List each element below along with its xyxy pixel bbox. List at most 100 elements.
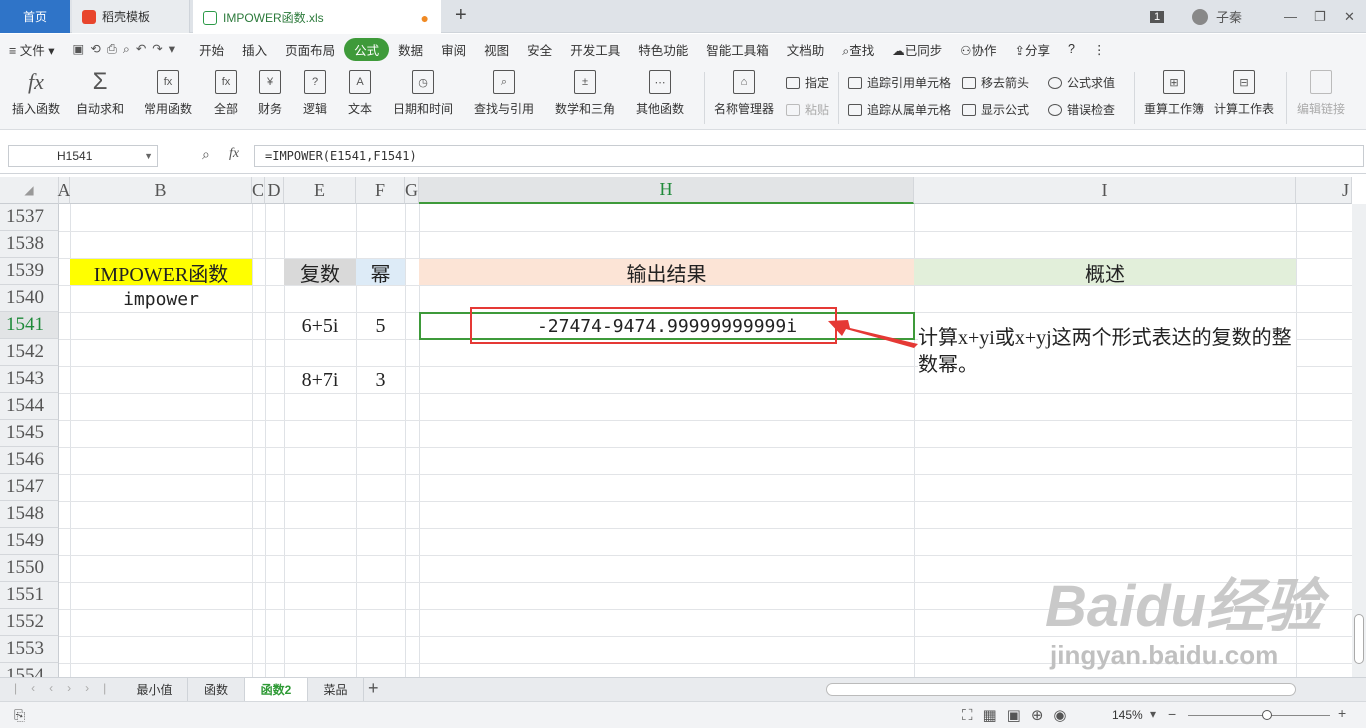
name-manager-button[interactable]: ⌂ 名称管理器 (714, 70, 774, 117)
row-header-1542[interactable]: 1542 (0, 339, 59, 366)
show-formulas-button[interactable]: 显示公式 (962, 101, 1029, 118)
share-button[interactable]: ⇪分享 (1006, 40, 1060, 59)
trace-dependents-button[interactable]: 追踪从属单元格 (848, 101, 951, 118)
zoom-slider-knob[interactable] (1262, 710, 1272, 720)
row-header-1554[interactable]: 1554 (0, 663, 59, 677)
row-header-1550[interactable]: 1550 (0, 555, 59, 582)
zoom-level[interactable]: 145% (1112, 708, 1143, 722)
cell-e1543[interactable]: 8+7i (284, 367, 356, 393)
new-tab-button[interactable]: + (455, 4, 467, 27)
row-header-1544[interactable]: 1544 (0, 393, 59, 420)
col-header-d[interactable]: D (265, 177, 284, 204)
cell-b1540[interactable]: impower (70, 286, 252, 312)
menu-start[interactable]: 开始 (190, 40, 233, 59)
col-header-c[interactable]: C (252, 177, 265, 204)
remove-arrows-button[interactable]: 移去箭头 (962, 74, 1029, 91)
lookup-button[interactable]: ⌕ 查找与引用 (474, 70, 534, 117)
search-button[interactable]: ⌕查找 (833, 40, 883, 59)
cell-e1541[interactable]: 6+5i (284, 313, 356, 339)
cell-i1541-description[interactable]: 计算x+yi或x+yj这两个形式表达的复数的整数幂。 (918, 325, 1296, 385)
add-sheet-button[interactable]: + (368, 678, 379, 699)
row-header-1539[interactable]: 1539 (0, 258, 59, 285)
col-header-a[interactable]: A (58, 177, 71, 204)
tab-file[interactable]: IMPOWER函数.xls ● (193, 0, 441, 33)
cell-f1543[interactable]: 3 (356, 367, 405, 393)
menu-insert[interactable]: 插入 (233, 40, 276, 59)
view-mode-icons[interactable]: ⛶▦▣⊕◉ (962, 706, 1077, 724)
row-header-1543[interactable]: 1543 (0, 366, 59, 393)
window-count-badge[interactable]: 1 (1150, 0, 1165, 33)
finance-button[interactable]: ¥ 财务 (258, 70, 282, 117)
tab-home[interactable]: 首页 (0, 0, 70, 33)
other-functions-button[interactable]: ⋯ 其他函数 (636, 70, 684, 117)
tab-template[interactable]: 稻壳模板 (72, 0, 190, 33)
menu-special[interactable]: 特色功能 (629, 40, 697, 59)
help-icon[interactable]: ? (1059, 42, 1084, 56)
sheet-nav-arrows-icon[interactable]: |‹‹››| (14, 681, 120, 695)
col-header-f[interactable]: F (356, 177, 405, 204)
menu-smart[interactable]: 智能工具箱 (697, 40, 778, 59)
logic-button[interactable]: ? 逻辑 (303, 70, 327, 117)
menu-data[interactable]: 数据 (389, 40, 432, 59)
col-header-h[interactable]: H (419, 177, 914, 204)
recalc-workbook-button[interactable]: ⊞ 重算工作簿 (1144, 70, 1204, 117)
autosum-button[interactable]: Σ 自动求和 (76, 68, 124, 117)
trace-precedents-button[interactable]: 追踪引用单元格 (848, 74, 951, 91)
paste-button[interactable]: 粘贴 (786, 101, 829, 118)
more-icon[interactable]: ⋮ (1084, 42, 1115, 57)
datetime-button[interactable]: ◷ 日期和时间 (393, 70, 453, 117)
cell-f1541[interactable]: 5 (356, 313, 405, 339)
close-button[interactable]: ✕ (1344, 0, 1355, 33)
zoom-out-button[interactable]: − (1168, 706, 1176, 722)
row-header-1549[interactable]: 1549 (0, 528, 59, 555)
error-check-button[interactable]: 错误检查 (1048, 101, 1115, 118)
formula-input[interactable]: =IMPOWER(E1541,F1541) (254, 145, 1364, 167)
menu-dev[interactable]: 开发工具 (561, 40, 629, 59)
spreadsheet-grid[interactable]: ◢ A B C D E F G H I J 1537 1538 1539 154… (0, 177, 1366, 677)
minimize-button[interactable]: — (1284, 0, 1297, 33)
macro-icon[interactable]: ⎘ (14, 707, 25, 724)
row-header-1545[interactable]: 1545 (0, 420, 59, 447)
file-menu[interactable]: ≡ 文件 ▾ (0, 40, 64, 59)
menu-view[interactable]: 视图 (475, 40, 518, 59)
menu-doc-assist[interactable]: 文档助 (778, 40, 834, 59)
calc-sheet-button[interactable]: ⊟ 计算工作表 (1214, 70, 1274, 117)
zoom-in-button[interactable]: + (1338, 705, 1346, 721)
sync-button[interactable]: ☁已同步 (883, 40, 951, 59)
evaluate-formula-button[interactable]: 公式求值 (1048, 74, 1115, 91)
cell-h1539[interactable]: 输出结果 (419, 259, 914, 286)
row-header-1551[interactable]: 1551 (0, 582, 59, 609)
menu-security[interactable]: 安全 (518, 40, 561, 59)
col-header-b[interactable]: B (70, 177, 252, 204)
row-header-1552[interactable]: 1552 (0, 609, 59, 636)
cell-f1539[interactable]: 幂 (356, 259, 405, 286)
cell-e1539[interactable]: 复数 (284, 259, 356, 286)
all-functions-button[interactable]: fx 全部 (214, 70, 238, 117)
text-button[interactable]: A 文本 (348, 70, 372, 117)
col-header-i[interactable]: I (914, 177, 1296, 204)
row-header-1537[interactable]: 1537 (0, 204, 59, 231)
menu-layout[interactable]: 页面布局 (276, 40, 344, 59)
sheet-tab-function2[interactable]: 函数2 (245, 678, 308, 701)
specify-button[interactable]: 指定 (786, 74, 829, 91)
col-header-g[interactable]: G (405, 177, 419, 204)
collab-button[interactable]: ⚇协作 (951, 40, 1005, 59)
row-header-1548[interactable]: 1548 (0, 501, 59, 528)
restore-button[interactable]: ❐ (1314, 0, 1326, 33)
sheet-tab-min[interactable]: 最小值 (122, 678, 188, 701)
math-button[interactable]: ± 数学和三角 (555, 70, 615, 117)
cell-b1539[interactable]: IMPOWER函数 (70, 259, 252, 286)
cell-i1539[interactable]: 概述 (914, 259, 1296, 286)
user-menu[interactable]: 子秦 (1192, 0, 1242, 33)
quick-toolbar[interactable]: ▣⟲⎙⌕↶↷▾ (64, 41, 191, 57)
row-header-1540[interactable]: 1540 (0, 285, 59, 312)
menu-formula[interactable]: 公式 (344, 37, 390, 61)
vertical-scrollbar[interactable] (1352, 204, 1366, 677)
col-header-e[interactable]: E (284, 177, 356, 204)
sheet-tab-dishes[interactable]: 菜品 (308, 678, 364, 701)
col-header-j[interactable]: J (1296, 177, 1352, 204)
sheet-tab-function[interactable]: 函数 (188, 678, 245, 701)
zoom-dropdown-icon[interactable]: ▾ (1150, 707, 1156, 721)
row-header-1538[interactable]: 1538 (0, 231, 59, 258)
name-box[interactable]: H1541 ▼ (8, 145, 158, 167)
